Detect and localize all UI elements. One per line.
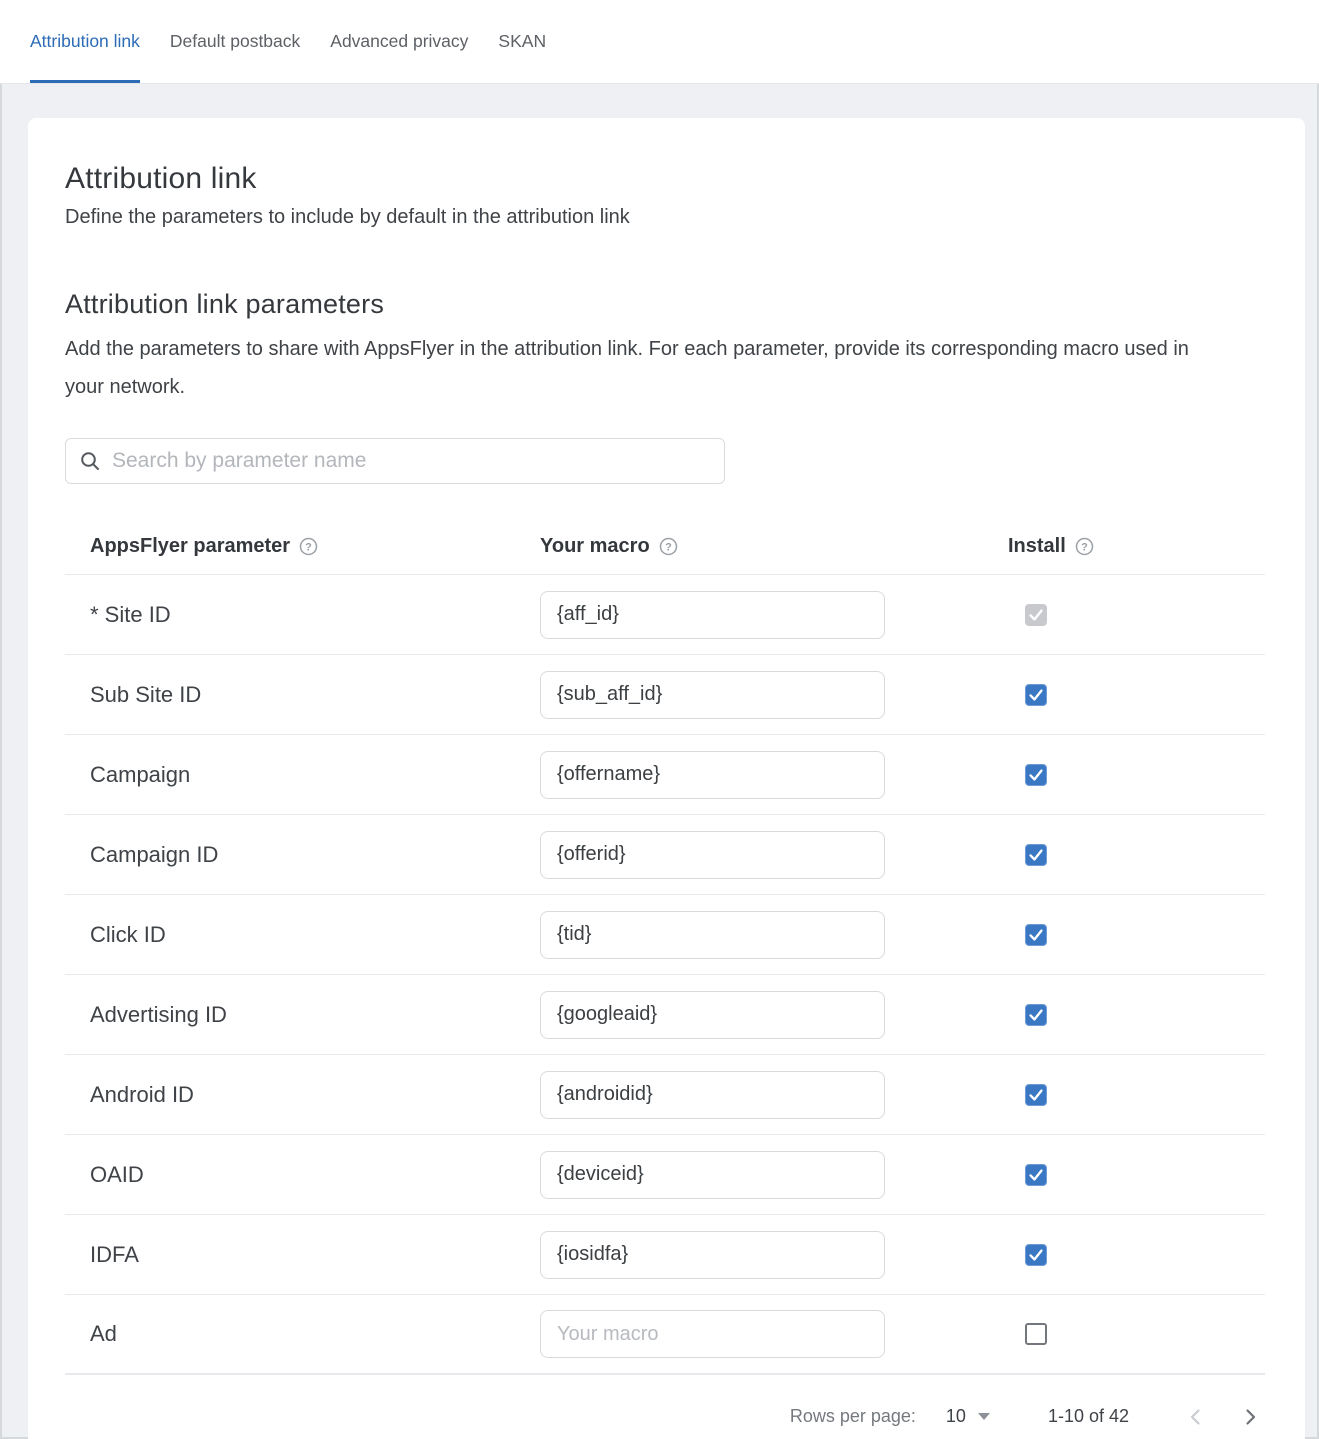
parameter-label: Android ID [65, 1082, 540, 1108]
install-checkbox[interactable] [1025, 684, 1047, 706]
page-title: Attribution link [65, 118, 1265, 196]
table-row: IDFA [65, 1214, 1265, 1294]
macro-input[interactable] [540, 1310, 885, 1358]
macro-input[interactable] [540, 1151, 885, 1199]
install-checkbox[interactable] [1025, 924, 1047, 946]
parameter-label: IDFA [65, 1242, 540, 1268]
parameter-label: Ad [65, 1321, 540, 1347]
table-row: * Site ID [65, 574, 1265, 654]
macro-input[interactable] [540, 991, 885, 1039]
install-checkbox[interactable] [1025, 1244, 1047, 1266]
tab-default-postback[interactable]: Default postback [170, 0, 300, 83]
tab-advanced-privacy[interactable]: Advanced privacy [330, 0, 468, 83]
svg-text:?: ? [305, 541, 312, 553]
macro-input[interactable] [540, 1231, 885, 1279]
search-icon [80, 451, 100, 471]
tab-label: Attribution link [30, 31, 140, 52]
macro-input[interactable] [540, 831, 885, 879]
check-icon [1026, 1004, 1046, 1026]
install-checkbox[interactable] [1025, 1084, 1047, 1106]
tab-skan[interactable]: SKAN [498, 0, 546, 83]
macro-input[interactable] [540, 671, 885, 719]
check-icon [1026, 1084, 1046, 1106]
install-checkbox[interactable] [1025, 1164, 1047, 1186]
install-checkbox[interactable] [1025, 1004, 1047, 1026]
parameter-label: Campaign ID [65, 842, 540, 868]
install-checkbox[interactable] [1025, 844, 1047, 866]
check-icon [1026, 1244, 1046, 1266]
table-row: Click ID [65, 894, 1265, 974]
check-icon [1026, 764, 1046, 786]
page-background: Attribution link Define the parameters t… [0, 84, 1319, 1439]
table-row: Advertising ID [65, 974, 1265, 1054]
parameter-label: Advertising ID [65, 1002, 540, 1028]
column-header-macro: Your macro ? [540, 535, 960, 558]
svg-text:?: ? [1081, 541, 1088, 553]
macro-input[interactable] [540, 911, 885, 959]
tab-label: SKAN [498, 31, 546, 52]
parameter-label: OAID [65, 1162, 540, 1188]
pagination-range: 1-10 of 42 [1048, 1406, 1129, 1427]
settings-tabbar: Attribution link Default postback Advanc… [0, 0, 1319, 84]
table-header-row: AppsFlyer parameter ? Your macro ? Insta… [65, 518, 1265, 574]
check-icon [1026, 924, 1046, 946]
check-icon [1026, 604, 1046, 626]
chevron-left-icon [1185, 1406, 1207, 1428]
previous-page-button[interactable] [1181, 1402, 1211, 1432]
help-icon[interactable]: ? [659, 537, 678, 556]
parameter-label: * Site ID [65, 602, 540, 628]
column-header-label: Install [1008, 535, 1066, 558]
column-header-label: Your macro [540, 535, 650, 558]
attribution-link-card: Attribution link Define the parameters t… [28, 118, 1305, 1439]
check-icon [1026, 844, 1046, 866]
column-header-parameter: AppsFlyer parameter ? [65, 535, 540, 558]
chevron-right-icon [1239, 1406, 1261, 1428]
chevron-down-icon [978, 1413, 990, 1420]
table-footer: Rows per page: 10 1-10 of 42 [65, 1374, 1265, 1439]
parameter-label: Click ID [65, 922, 540, 948]
page-subtitle: Define the parameters to include by defa… [65, 206, 1265, 229]
install-checkbox[interactable] [1025, 764, 1047, 786]
tab-label: Advanced privacy [330, 31, 468, 52]
check-icon [1026, 1164, 1046, 1186]
macro-input[interactable] [540, 1071, 885, 1119]
tab-label: Default postback [170, 31, 300, 52]
table-row: Sub Site ID [65, 654, 1265, 734]
help-icon[interactable]: ? [299, 537, 318, 556]
tab-attribution-link[interactable]: Attribution link [30, 0, 140, 83]
parameter-label: Campaign [65, 762, 540, 788]
table-row: Android ID [65, 1054, 1265, 1134]
rows-per-page-select[interactable]: 10 [946, 1406, 990, 1427]
search-box[interactable] [65, 438, 725, 484]
table-row: Campaign ID [65, 814, 1265, 894]
rows-per-page-value: 10 [946, 1406, 966, 1427]
install-checkbox [1025, 604, 1047, 626]
svg-text:?: ? [665, 541, 672, 553]
table-body: * Site ID Sub Site ID [65, 574, 1265, 1374]
parameter-label: Sub Site ID [65, 682, 540, 708]
table-row: OAID [65, 1134, 1265, 1214]
install-checkbox[interactable] [1025, 1323, 1047, 1345]
section-description: Add the parameters to share with AppsFly… [65, 330, 1200, 406]
next-page-button[interactable] [1235, 1402, 1265, 1432]
table-row: Campaign [65, 734, 1265, 814]
macro-input[interactable] [540, 751, 885, 799]
search-input[interactable] [112, 449, 710, 473]
column-header-install: Install ? [960, 535, 1265, 558]
column-header-label: AppsFlyer parameter [90, 535, 290, 558]
macro-input[interactable] [540, 591, 885, 639]
table-row: Ad [65, 1294, 1265, 1374]
help-icon[interactable]: ? [1075, 537, 1094, 556]
check-icon [1026, 684, 1046, 706]
parameters-table: AppsFlyer parameter ? Your macro ? Insta… [65, 518, 1265, 1374]
section-title: Attribution link parameters [65, 289, 1265, 320]
rows-per-page-label: Rows per page: [790, 1406, 916, 1427]
